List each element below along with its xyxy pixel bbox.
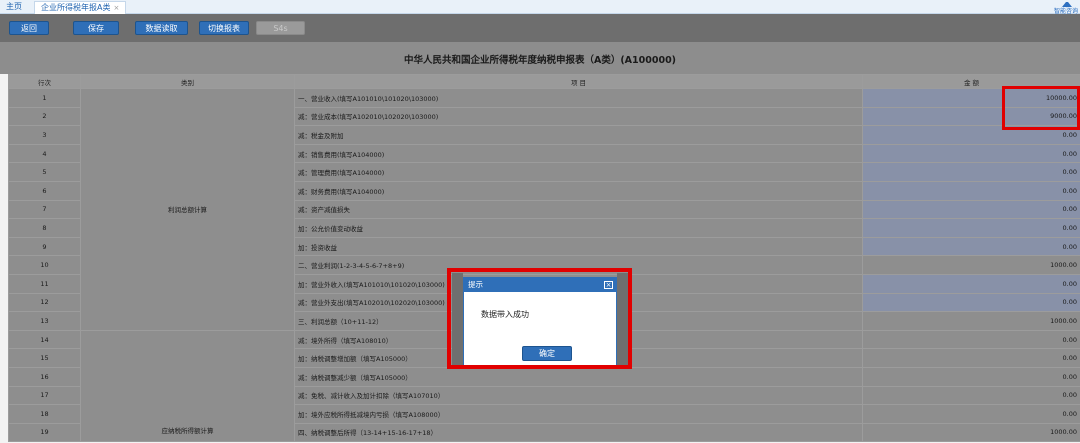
row-item: 加：投资收益 xyxy=(294,236,863,257)
read-data-button[interactable]: 数据读取 xyxy=(135,21,188,35)
amount-cell: 0.00 xyxy=(862,329,1080,350)
tab-enterprise-income-tax[interactable]: 企业所得税年报A类 × xyxy=(34,1,127,14)
row-no: 10 xyxy=(8,255,81,275)
amount-cell[interactable]: 0.00 xyxy=(862,180,1080,201)
switch-report-button[interactable]: 切换报表 xyxy=(199,21,249,35)
row-no: 3 xyxy=(8,125,81,145)
category-taxable: 应纳税所得额计算 xyxy=(80,329,295,443)
amount-cell[interactable]: 0.00 xyxy=(862,236,1080,257)
row-item: 减：资产减值损失 xyxy=(294,199,863,220)
row-item: 减：销售费用(填写A104000) xyxy=(294,143,863,164)
save-button[interactable]: 保存 xyxy=(73,21,119,35)
row-no: 19 xyxy=(8,422,81,443)
row-no: 4 xyxy=(8,143,81,164)
amount-cell: 0.00 xyxy=(862,385,1080,406)
highlight-box-dialog xyxy=(447,268,632,369)
row-no: 7 xyxy=(8,199,81,220)
row-item: 减：税金及附加 xyxy=(294,125,863,145)
row-item: 一、营业收入(填写A101010\101020\103000) xyxy=(294,88,863,108)
amount-cell[interactable]: 0.00 xyxy=(862,199,1080,220)
amount-cell: 1000.00 xyxy=(862,311,1080,331)
tab-home[interactable]: 主页 xyxy=(6,1,22,14)
amount-cell: 0.00 xyxy=(862,404,1080,424)
amount-cell[interactable]: 0.00 xyxy=(862,273,1080,294)
row-no: 8 xyxy=(8,218,81,238)
row-item: 加：境外应税所得抵减境内亏损（填写A108000） xyxy=(294,404,863,424)
table-header-row: 行次 类别 项 目 金 额 xyxy=(8,74,1080,89)
row-no: 5 xyxy=(8,162,81,182)
tab-label: 企业所得税年报A类 xyxy=(41,3,111,12)
row-item: 减：管理费用(填写A104000) xyxy=(294,162,863,182)
row-item: 加：公允价值变动收益 xyxy=(294,218,863,238)
row-no: 2 xyxy=(8,106,81,127)
row-no: 13 xyxy=(8,311,81,331)
row-item: 四、纳税调整后所得（13-14+15-16-17+18） xyxy=(294,422,863,443)
amount-cell: 1000.00 xyxy=(862,255,1080,275)
category-profit: 利润总额计算 xyxy=(80,88,295,331)
disabled-button: S4s xyxy=(256,21,305,35)
amount-cell: 1000.00 xyxy=(862,422,1080,443)
amount-cell: 0.00 xyxy=(862,366,1080,387)
toolbar: 返回 保存 数据读取 切换报表 S4s xyxy=(0,14,1080,42)
row-no: 12 xyxy=(8,292,81,313)
back-button[interactable]: 返回 xyxy=(9,21,49,35)
amount-cell[interactable]: 0.00 xyxy=(862,218,1080,238)
row-item: 减：财务费用(填写A104000) xyxy=(294,180,863,201)
page-title: 中华人民共和国企业所得税年度纳税申报表（A类）(A100000) xyxy=(403,55,677,66)
row-no: 11 xyxy=(8,273,81,294)
row-no: 14 xyxy=(8,329,81,350)
row-no: 9 xyxy=(8,236,81,257)
title-bar: 中华人民共和国企业所得税年度纳税申报表（A类）(A100000) xyxy=(0,42,1080,74)
highlight-box-amounts xyxy=(1002,86,1080,130)
amount-cell[interactable]: 0.00 xyxy=(862,143,1080,164)
header-category: 类别 xyxy=(80,74,295,89)
row-no: 15 xyxy=(8,348,81,368)
header-item: 项 目 xyxy=(294,74,863,89)
row-no: 6 xyxy=(8,180,81,201)
row-no: 1 xyxy=(8,88,81,108)
tab-close-icon[interactable]: × xyxy=(113,4,119,12)
amount-cell[interactable]: 0.00 xyxy=(862,292,1080,313)
row-item: 减：营业成本(填写A102010\102020\103000) xyxy=(294,106,863,127)
tab-bar: 主页 企业所得税年报A类 × 智能咨询 xyxy=(0,0,1080,15)
table-row: 1 利润总额计算 一、营业收入(填写A101010\101020\103000)… xyxy=(8,88,1080,331)
row-no: 18 xyxy=(8,404,81,424)
header-row-no: 行次 xyxy=(8,74,81,89)
row-item: 减：免税、减计收入及加计扣除（填写A107010） xyxy=(294,385,863,406)
amount-cell[interactable]: 0.00 xyxy=(862,162,1080,182)
row-item: 减：纳税调整减少额（填写A105000） xyxy=(294,366,863,387)
row-no: 17 xyxy=(8,385,81,406)
amount-cell: 0.00 xyxy=(862,348,1080,368)
tax-return-table: 行次 类别 项 目 金 额 1 利润总额计算 一、营业收入(填写A101010\… xyxy=(8,74,1080,443)
row-no: 16 xyxy=(8,366,81,387)
